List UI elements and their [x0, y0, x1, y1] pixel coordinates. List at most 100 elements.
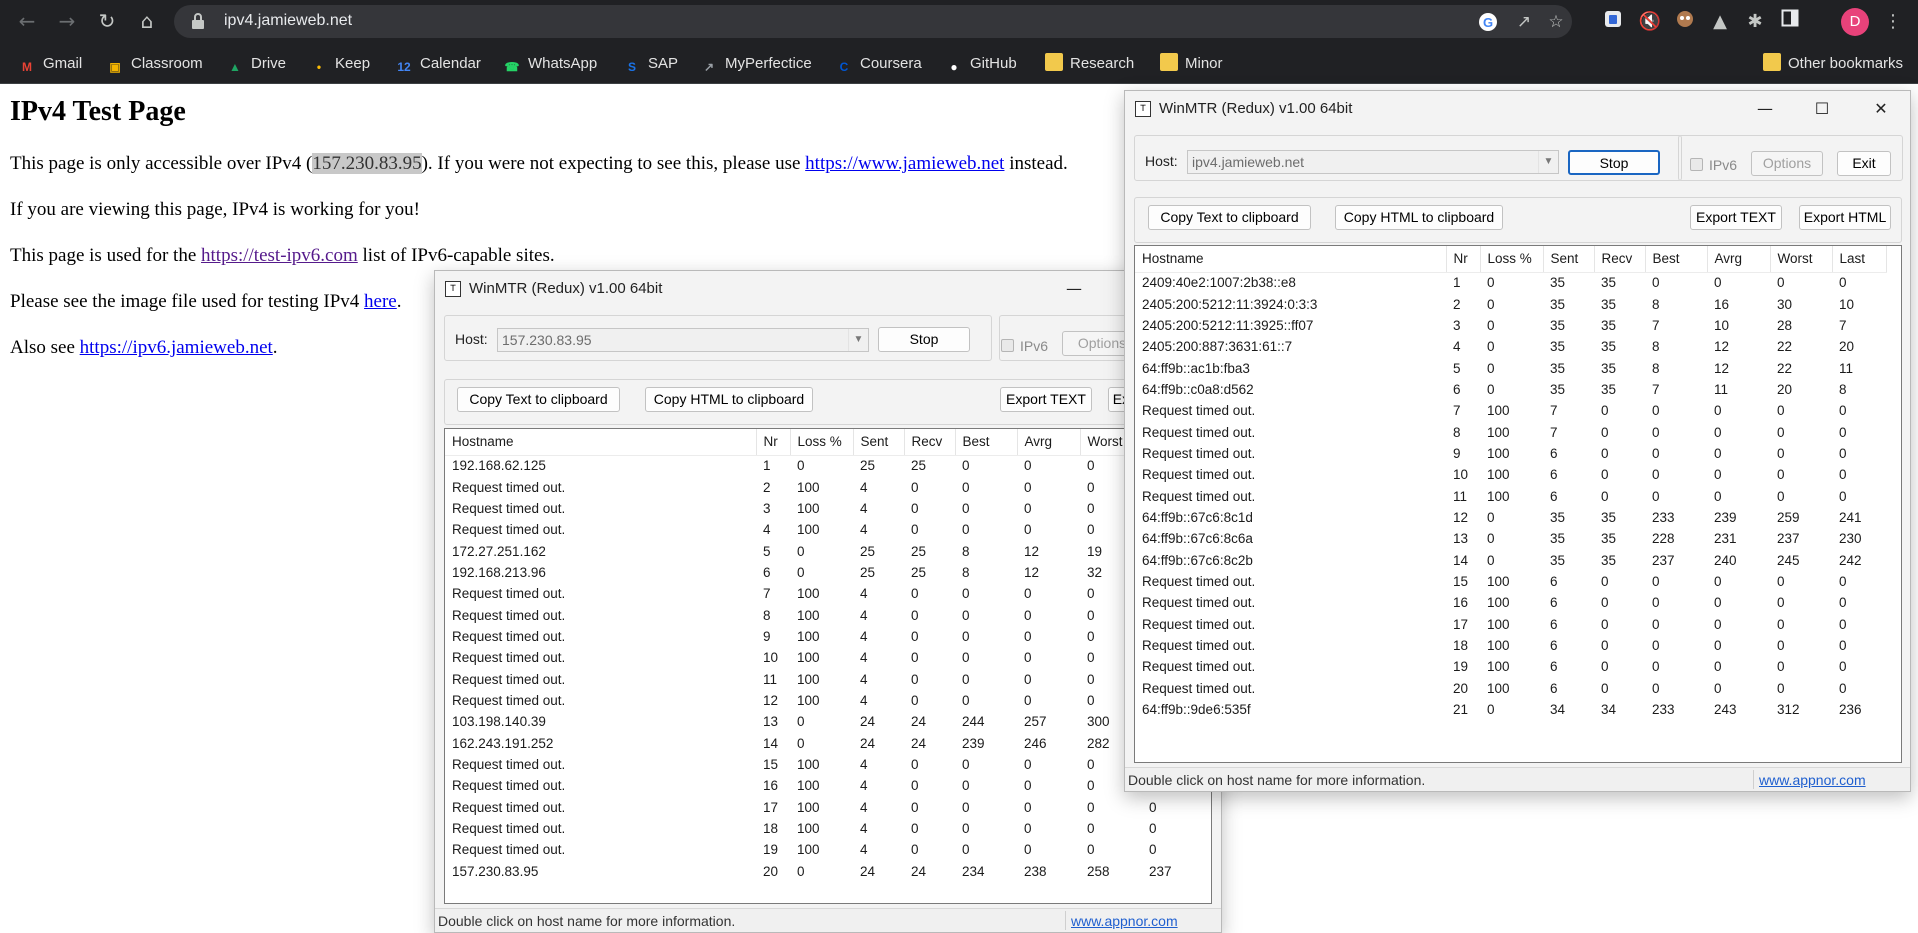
column-header[interactable]: Sent [853, 429, 905, 456]
column-header[interactable]: Best [955, 429, 1018, 456]
column-header[interactable]: Worst [1770, 246, 1833, 273]
table-row[interactable]: Request timed out.3100400000 [445, 498, 1196, 519]
table-row[interactable]: Request timed out. 20 100 6 0 0 0 0 0 [1135, 678, 1886, 699]
close-icon[interactable]: ✕ [1858, 95, 1904, 123]
table-row[interactable]: Request timed out.15100400000 [445, 754, 1196, 775]
table-row[interactable]: Request timed out. 19 100 4 0 0 0 0 0 [445, 839, 1196, 860]
winmtr-window-front[interactable]: ⊤ WinMTR (Redux) v1.00 64bit — ☐ ✕ Host:… [1124, 90, 1911, 792]
extension-shield-icon[interactable] [1600, 9, 1626, 35]
table-row[interactable]: Request timed out.4100400000 [445, 519, 1196, 540]
url-text[interactable]: ipv4.jamieweb.net [224, 12, 352, 30]
bookmark-github[interactable]: ● GitHub [945, 52, 1016, 76]
google-icon[interactable]: G [1478, 12, 1498, 32]
table-row[interactable]: 172.27.251.162 5 0 25 25 8 12 19 [445, 540, 1196, 561]
export-text-button[interactable]: Export TEXT [1690, 205, 1782, 230]
bookmark-sap[interactable]: S SAP [623, 52, 678, 76]
profile-avatar[interactable]: D [1841, 8, 1869, 36]
table-row[interactable]: 192.168.213.96 6 0 25 25 8 12 32 [445, 562, 1196, 583]
column-header[interactable]: Nr [1446, 246, 1481, 273]
menu-kebab-icon[interactable]: ⋮ [1880, 9, 1906, 35]
bookmark-gmail[interactable]: M Gmail [18, 52, 82, 76]
table-row[interactable]: Request timed out. 18 100 4 0 0 0 0 0 [445, 818, 1196, 839]
bookmark-research[interactable]: Research [1045, 52, 1134, 76]
table-row[interactable]: Request timed out.16100400000 [445, 775, 1196, 796]
bookmark-calendar[interactable]: 12 Calendar [395, 52, 481, 76]
table-row[interactable]: Request timed out.7100400000 [445, 583, 1196, 604]
other-bookmarks[interactable]: Other bookmarks [1763, 52, 1903, 76]
ipv6-checkbox[interactable] [1001, 339, 1014, 352]
table-row[interactable]: 64:ff9b::67c6:8c2b 14 0 35 35 237 240 245 242 [1135, 549, 1886, 570]
address-bar[interactable]: ipv4.jamieweb.net G ↗ ☆ [174, 5, 1572, 38]
hops-grid[interactable]: HostnameNrLoss %SentRecvBestAvrgWorstLas… [1134, 245, 1902, 763]
table-row[interactable]: Request timed out.9100400000 [445, 626, 1196, 647]
table-row[interactable]: 2405:200:887:3631:61::7 4 0 35 35 8 12 22 20 [1135, 336, 1886, 357]
column-header[interactable]: Loss % [790, 429, 854, 456]
reload-icon[interactable]: ↻ [92, 6, 122, 36]
minimize-icon[interactable]: — [1051, 275, 1097, 303]
jamieweb-link[interactable]: https://www.jamieweb.net [805, 153, 1004, 174]
bookmark-drive[interactable]: ▲ Drive [226, 52, 286, 76]
forward-icon[interactable]: → [52, 6, 82, 36]
table-row[interactable]: 192.168.62.1251025250000 [445, 455, 1196, 476]
column-header[interactable]: Best [1645, 246, 1708, 273]
table-row[interactable]: Request timed out. 19 100 6 0 0 0 0 0 [1135, 656, 1886, 677]
table-row[interactable]: Request timed out.10100400000 [445, 647, 1196, 668]
window-titlebar[interactable]: ⊤ WinMTR (Redux) v1.00 64bit — [435, 271, 1221, 307]
copy-html-button[interactable]: Copy HTML to clipboard [1335, 205, 1503, 230]
table-row[interactable]: 64:ff9b::67c6:8c6a 13 0 35 35 228 231 237 230 [1135, 528, 1886, 549]
table-row[interactable]: Request timed out. 16 100 6 0 0 0 0 0 [1135, 592, 1886, 613]
table-row[interactable]: 157.230.83.95 20 0 24 24 234 238 258 237 [445, 861, 1196, 882]
test-ipv6-link[interactable]: https://test-ipv6.com [201, 245, 358, 266]
minimize-icon[interactable]: — [1742, 95, 1788, 123]
home-icon[interactable]: ⌂ [132, 6, 162, 36]
table-row[interactable]: 162.243.191.252 14 0 24 24 239 246 282 [445, 732, 1196, 753]
extension-face-icon[interactable] [1672, 9, 1698, 35]
column-header[interactable]: Last [1832, 246, 1887, 273]
column-header[interactable]: Nr [756, 429, 791, 456]
table-row[interactable]: Request timed out.11100400000 [445, 668, 1196, 689]
export-text-button[interactable]: Export TEXT [1000, 387, 1092, 412]
hops-grid[interactable]: HostnameNrLoss %SentRecvBestAvrgWorstLas… [444, 428, 1212, 904]
table-row[interactable]: 64:ff9b::c0a8:d562 6 0 35 35 7 11 20 8 [1135, 379, 1886, 400]
column-header[interactable]: Recv [904, 429, 956, 456]
table-row[interactable]: Request timed out. 15 100 6 0 0 0 0 0 [1135, 571, 1886, 592]
side-panel-icon[interactable] [1777, 9, 1803, 35]
column-header[interactable]: Avrg [1017, 429, 1081, 456]
column-header[interactable]: Loss % [1480, 246, 1544, 273]
copy-html-button[interactable]: Copy HTML to clipboard [645, 387, 813, 412]
table-row[interactable]: 2409:40e2:1007:2b38::e8 1 0 35 35 0 0 0 0 [1135, 272, 1886, 293]
copy-text-button[interactable]: Copy Text to clipboard [457, 387, 620, 412]
stop-button[interactable]: Stop [1568, 150, 1660, 175]
here-link[interactable]: here [364, 291, 397, 312]
table-row[interactable]: Request timed out. 17 100 6 0 0 0 0 0 [1135, 614, 1886, 635]
table-row[interactable]: Request timed out. 17 100 4 0 0 0 0 0 [445, 797, 1196, 818]
maximize-icon[interactable]: ☐ [1799, 95, 1845, 123]
options-button[interactable]: Options [1751, 151, 1823, 176]
bookmark-keep[interactable]: • Keep [310, 52, 370, 76]
bookmark-classroom[interactable]: ▣ Classroom [106, 52, 202, 76]
copy-text-button[interactable]: Copy Text to clipboard [1148, 205, 1311, 230]
table-row[interactable]: Request timed out.8100400000 [445, 604, 1196, 625]
chevron-down-icon[interactable]: ▼ [848, 329, 868, 351]
extension-mountain-icon[interactable]: ▲ [1707, 9, 1733, 35]
chevron-down-icon[interactable]: ▼ [1538, 151, 1558, 173]
table-row[interactable]: 103.198.140.39 13 0 24 24 244 257 300 [445, 711, 1196, 732]
extensions-puzzle-icon[interactable]: ✱ [1742, 9, 1768, 35]
host-combobox[interactable]: ipv4.jamieweb.net ▼ [1187, 150, 1559, 174]
table-row[interactable]: Request timed out. 9 100 6 0 0 0 0 0 [1135, 443, 1886, 464]
column-header[interactable]: Hostname [445, 429, 757, 456]
column-header[interactable]: Avrg [1707, 246, 1771, 273]
winmtr-window-back[interactable]: ⊤ WinMTR (Redux) v1.00 64bit — Host: 157… [434, 270, 1222, 933]
table-row[interactable]: Request timed out. 11 100 6 0 0 0 0 0 [1135, 485, 1886, 506]
table-row[interactable]: 64:ff9b::ac1b:fba3 5 0 35 35 8 12 22 11 [1135, 357, 1886, 378]
table-row[interactable]: Request timed out. 18 100 6 0 0 0 0 0 [1135, 635, 1886, 656]
column-header[interactable]: Sent [1543, 246, 1595, 273]
table-row[interactable]: 2405:200:5212:11:3925::ff07 3 0 35 35 7 10 28 7 [1135, 315, 1886, 336]
table-row[interactable]: Request timed out.12100400000 [445, 690, 1196, 711]
appnor-link[interactable]: www.appnor.com [1759, 772, 1866, 788]
back-icon[interactable]: ← [12, 6, 42, 36]
bookmark-star-icon[interactable]: ☆ [1546, 12, 1566, 32]
table-row[interactable]: Request timed out.2100400000 [445, 476, 1196, 497]
exit-button[interactable]: Exit [1837, 151, 1891, 176]
window-titlebar[interactable]: ⊤ WinMTR (Redux) v1.00 64bit — ☐ ✕ [1125, 91, 1910, 127]
